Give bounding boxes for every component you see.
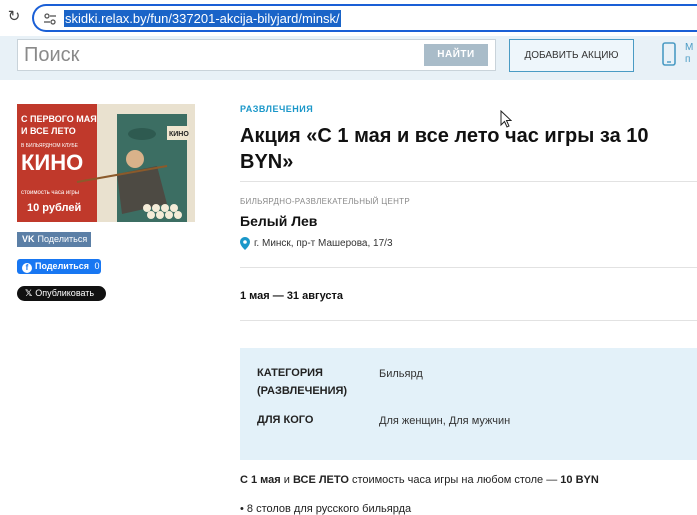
offer-poster-image: С ПЕРВОГО МАЯ И ВСЕ ЛЕТО В БИЛЬЯРДНОМ КЛ…: [17, 104, 195, 222]
organization-name-link[interactable]: Белый Лев: [240, 213, 317, 229]
facebook-share-count: 0: [94, 261, 100, 271]
divider: [240, 320, 697, 321]
offer-details-box: КАТЕГОРИЯ (РАЗВЛЕЧЕНИЯ) Бильярд ДЛЯ КОГО…: [240, 348, 697, 460]
audience-value: Для женщин, Для мужчин: [379, 415, 511, 427]
offer-dates: 1 мая — 31 августа: [240, 290, 344, 302]
poster-line3: В БИЛЬЯРДНОМ КЛУБЕ: [21, 143, 79, 149]
x-icon: 𝕏: [25, 288, 33, 298]
audience-label: ДЛЯ КОГО: [257, 414, 314, 426]
x-share-label: Опубликовать: [35, 288, 95, 298]
poster-price: 10 рублей: [27, 202, 81, 214]
poster-illustration: С ПЕРВОГО МАЯ И ВСЕ ЛЕТО В БИЛЬЯРДНОМ КЛ…: [17, 104, 195, 222]
add-offer-button[interactable]: ДОБАВИТЬ АКЦИЮ: [509, 39, 634, 72]
poster-brand: КИНО: [21, 150, 83, 175]
search-input[interactable]: Поиск: [24, 43, 79, 67]
search-box[interactable]: Поиск НАЙТИ: [17, 39, 496, 71]
facebook-share-button[interactable]: f Поделиться 0: [17, 259, 101, 274]
phone-icon[interactable]: [662, 42, 676, 66]
vk-icon: VK: [22, 234, 35, 244]
page-title: Акция «С 1 мая и все лето час игры за 10…: [240, 125, 649, 173]
location-pin-icon: [240, 237, 250, 250]
category-value-link[interactable]: Бильярд: [379, 365, 423, 383]
site-header: Поиск НАЙТИ ДОБАВИТЬ АКЦИЮ М п: [0, 36, 697, 80]
poster-line4: стоимость часа игры: [21, 190, 79, 196]
divider: [240, 267, 697, 268]
poster-sign: КИНО: [169, 131, 189, 138]
facebook-icon: f: [22, 263, 32, 273]
vk-share-button[interactable]: VK Поделиться: [17, 232, 91, 247]
site-settings-icon[interactable]: [42, 11, 58, 27]
offer-description: С 1 мая и ВСЕ ЛЕТО стоимость часа игры н…: [240, 474, 599, 486]
search-button[interactable]: НАЙТИ: [424, 44, 488, 66]
reload-icon[interactable]: ↻: [6, 9, 22, 25]
description-bullet: • 8 столов для русского бильярда: [240, 503, 412, 515]
poster-line1: С ПЕРВОГО МАЯ: [21, 114, 97, 124]
url-text[interactable]: skidki.relax.by/fun/337201-akcija-bilyja…: [64, 10, 341, 27]
category-link[interactable]: РАЗВЛЕЧЕНИЯ: [240, 104, 313, 114]
browser-toolbar: ↻ skidki.relax.by/fun/337201-akcija-bily…: [0, 0, 697, 36]
organization-type: БИЛЬЯРДНО-РАЗВЛЕКАТЕЛЬНЫЙ ЦЕНТР: [240, 197, 410, 206]
address-text[interactable]: г. Минск, пр-т Машерова, 17/3: [254, 238, 393, 249]
app-promo-text[interactable]: М п: [685, 42, 693, 66]
address-bar[interactable]: skidki.relax.by/fun/337201-akcija-bilyja…: [32, 4, 697, 32]
category-label: КАТЕГОРИЯ (РАЗВЛЕЧЕНИЯ): [257, 367, 348, 397]
vk-share-label: Поделиться: [37, 234, 88, 244]
x-share-button[interactable]: 𝕏 Опубликовать: [17, 286, 106, 301]
divider: [240, 181, 697, 182]
poster-line2: И ВСЕ ЛЕТО: [21, 126, 76, 136]
mouse-cursor-icon: [500, 110, 512, 128]
facebook-share-label: Поделиться: [35, 261, 90, 271]
